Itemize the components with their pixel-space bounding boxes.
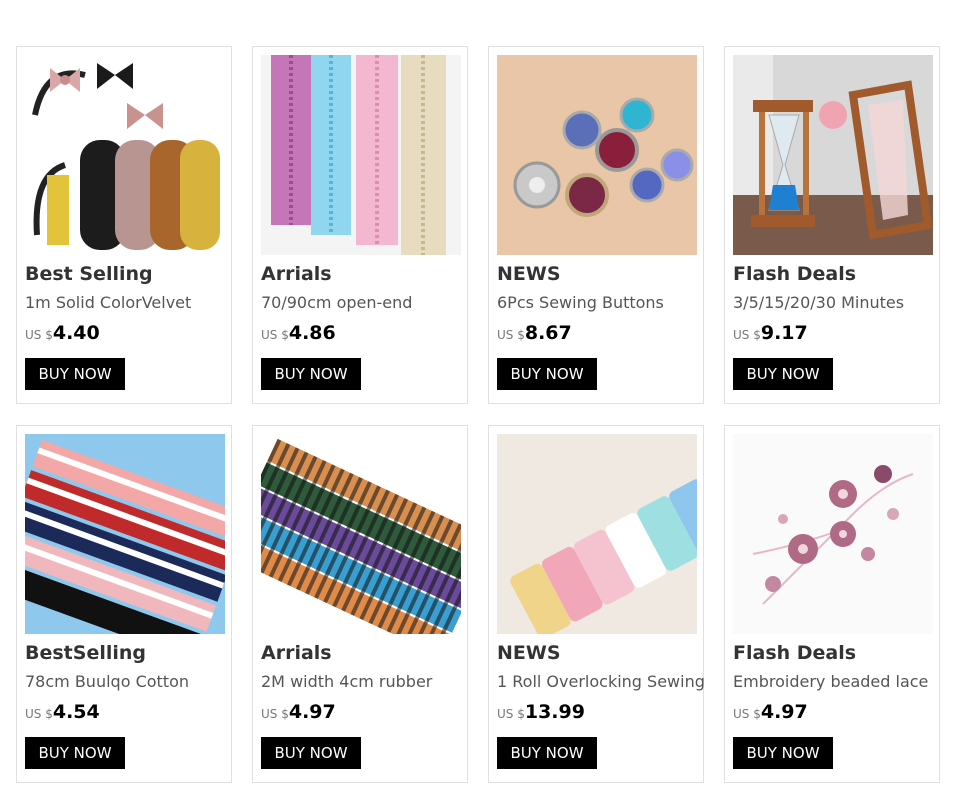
buy-now-button[interactable]: BUY NOW: [25, 358, 125, 390]
hourglass-timers-image: [733, 55, 933, 255]
product-price: US $4.54: [25, 701, 100, 723]
velvet-ribbons-headbands-image: [25, 55, 225, 255]
buy-now-button[interactable]: BUY NOW: [733, 737, 833, 769]
product-image[interactable]: [261, 55, 461, 255]
buy-now-button[interactable]: BUY NOW: [497, 358, 597, 390]
product-image[interactable]: [25, 55, 225, 255]
price-amount: 13.99: [524, 701, 585, 723]
price-amount: 8.67: [524, 322, 572, 344]
price-amount: 4.97: [288, 701, 336, 723]
price-amount: 4.54: [52, 701, 100, 723]
product-name[interactable]: 3/5/15/20/30 Minutes: [733, 293, 904, 312]
product-price: US $4.97: [733, 701, 808, 723]
currency-label: US $: [261, 707, 289, 721]
product-image[interactable]: [733, 434, 933, 634]
product-card[interactable]: NEWS 1 Roll Overlocking Sewing US $13.99…: [488, 425, 705, 783]
product-price: US $4.97: [261, 701, 336, 723]
product-grid: Best Selling 1m Solid ColorVelvet US $4.…: [16, 46, 942, 786]
product-card[interactable]: Best Selling 1m Solid ColorVelvet US $4.…: [16, 46, 232, 404]
thread-spools-image: [497, 434, 697, 634]
product-image[interactable]: [261, 434, 461, 634]
price-amount: 4.40: [52, 322, 100, 344]
product-card[interactable]: BestSelling 78cm Buulqo Cotton US $4.54 …: [16, 425, 232, 783]
currency-label: US $: [25, 328, 53, 342]
product-price: US $8.67: [497, 322, 572, 344]
product-category: NEWS: [497, 642, 561, 664]
product-price: US $4.40: [25, 322, 100, 344]
product-name[interactable]: Embroidery beaded lace: [733, 672, 928, 691]
product-name[interactable]: 78cm Buulqo Cotton: [25, 672, 189, 691]
product-card[interactable]: Flash Deals 3/5/15/20/30 Minutes US $9.1…: [724, 46, 940, 404]
product-price: US $13.99: [497, 701, 585, 723]
product-image[interactable]: [25, 434, 225, 634]
product-card[interactable]: Arrials 2M width 4cm rubber US $4.97 BUY…: [252, 425, 468, 783]
product-price: US $9.17: [733, 322, 808, 344]
currency-label: US $: [497, 707, 525, 721]
product-category: Arrials: [261, 263, 332, 285]
currency-label: US $: [261, 328, 289, 342]
buy-now-button[interactable]: BUY NOW: [25, 737, 125, 769]
beaded-lace-flowers-image: [733, 434, 933, 634]
buy-now-button[interactable]: BUY NOW: [733, 358, 833, 390]
striped-elastic-bands-image: [261, 434, 461, 634]
price-amount: 9.17: [760, 322, 808, 344]
product-name[interactable]: 2M width 4cm rubber: [261, 672, 432, 691]
product-category: NEWS: [497, 263, 561, 285]
striped-rib-cuffs-image: [25, 434, 225, 634]
colored-zippers-image: [261, 55, 461, 255]
product-image[interactable]: [497, 434, 697, 634]
currency-label: US $: [733, 707, 761, 721]
currency-label: US $: [733, 328, 761, 342]
product-card[interactable]: Arrials 70/90cm open-end US $4.86 BUY NO…: [252, 46, 468, 404]
product-price: US $4.86: [261, 322, 336, 344]
product-image[interactable]: [497, 55, 697, 255]
product-category: Flash Deals: [733, 642, 857, 664]
crystal-buttons-image: [497, 55, 697, 255]
price-amount: 4.97: [760, 701, 808, 723]
product-name[interactable]: 70/90cm open-end: [261, 293, 412, 312]
buy-now-button[interactable]: BUY NOW: [261, 737, 361, 769]
product-category: Arrials: [261, 642, 332, 664]
product-name[interactable]: 6Pcs Sewing Buttons: [497, 293, 664, 312]
product-image[interactable]: [733, 55, 933, 255]
buy-now-button[interactable]: BUY NOW: [261, 358, 361, 390]
product-card[interactable]: Flash Deals Embroidery beaded lace US $4…: [724, 425, 940, 783]
product-category: Flash Deals: [733, 263, 857, 285]
product-category: BestSelling: [25, 642, 146, 664]
product-name[interactable]: 1m Solid ColorVelvet: [25, 293, 191, 312]
currency-label: US $: [497, 328, 525, 342]
currency-label: US $: [25, 707, 53, 721]
price-amount: 4.86: [288, 322, 336, 344]
buy-now-button[interactable]: BUY NOW: [497, 737, 597, 769]
product-category: Best Selling: [25, 263, 153, 285]
product-card[interactable]: NEWS 6Pcs Sewing Buttons US $8.67 BUY NO…: [488, 46, 704, 404]
product-name[interactable]: 1 Roll Overlocking Sewing: [497, 672, 705, 691]
